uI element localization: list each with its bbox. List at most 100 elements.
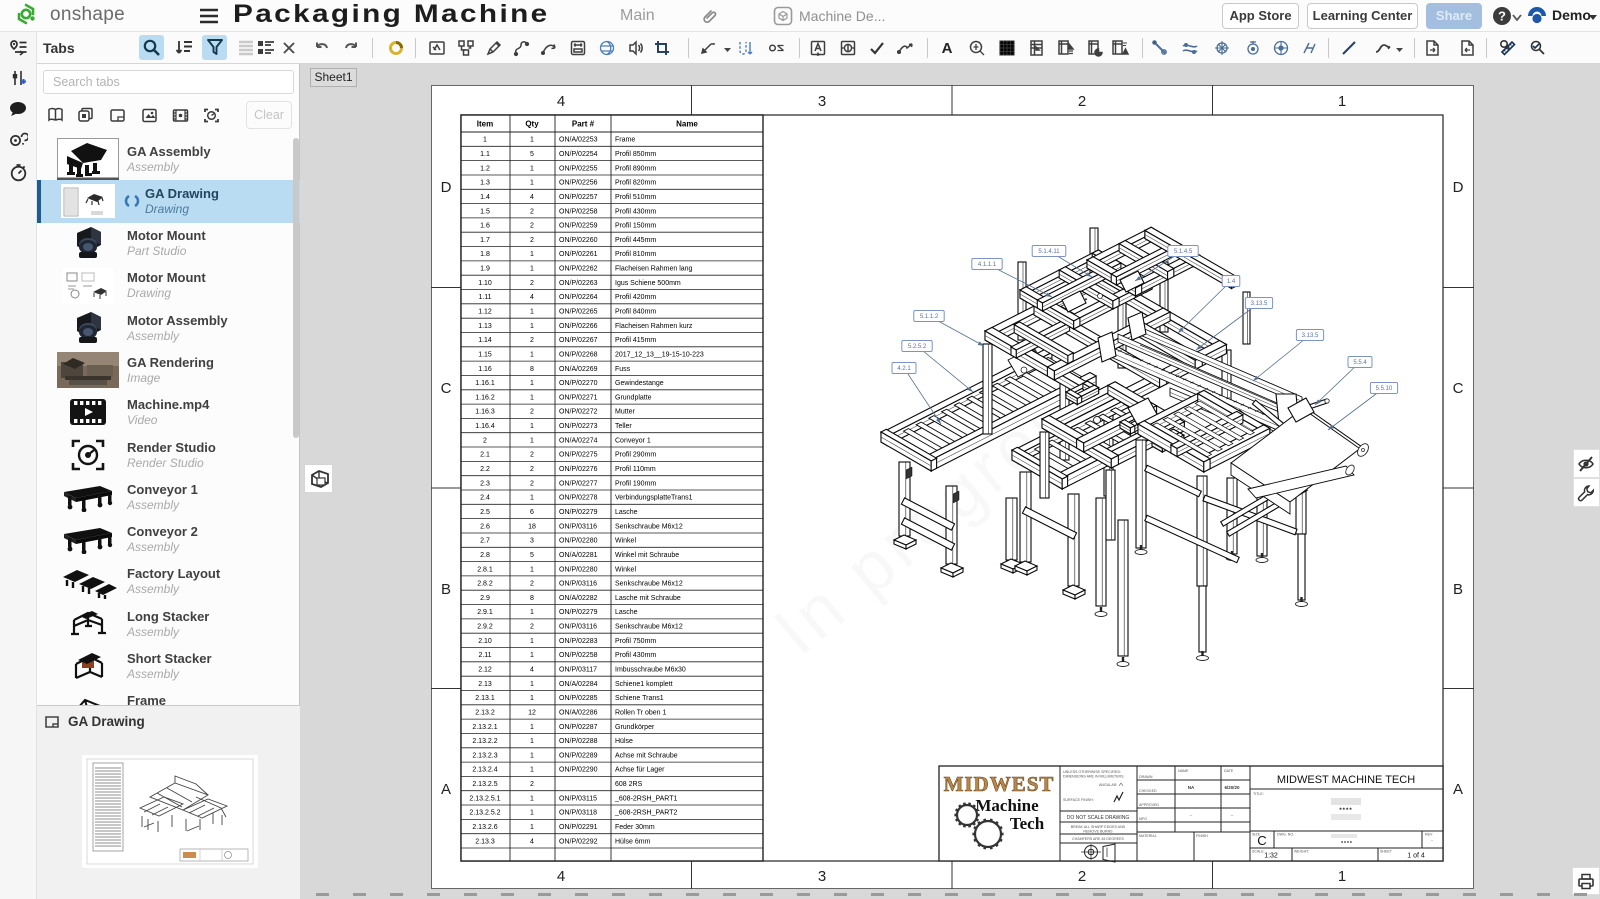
svg-text:_608-2RSH_PART1: _608-2RSH_PART1 [614,795,677,802]
svg-text:2.13.2.1: 2.13.2.1 [472,724,497,731]
svg-text:1.8: 1.8 [480,251,490,258]
svg-text:C: C [441,380,452,397]
svg-text:1.3: 1.3 [480,180,490,187]
svg-text:2: 2 [1078,93,1086,110]
svg-text:5.1.4.5: 5.1.4.5 [1174,249,1193,255]
svg-text:Item: Item [477,120,493,129]
svg-text:2: 2 [1078,868,1086,885]
svg-text:12: 12 [528,710,536,717]
svg-text:1.16.2: 1.16.2 [475,394,495,401]
svg-text:608 2RS: 608 2RS [615,781,643,788]
svg-text:Igus Schiene 500mm: Igus Schiene 500mm [615,280,681,287]
svg-text:1: 1 [530,609,534,616]
svg-text:3: 3 [530,538,534,545]
svg-text:DIMENSIONS ARE IN MILLIMETERS: DIMENSIONS ARE IN MILLIMETERS [1063,775,1124,779]
svg-text:2.13.2.6: 2.13.2.6 [472,824,497,831]
svg-text:1 of 4: 1 of 4 [1407,853,1425,860]
svg-text:4.1.1.1: 4.1.1.1 [978,262,997,268]
svg-text:1: 1 [530,724,534,731]
svg-text:Senkschraube M6x12: Senkschraube M6x12 [615,624,683,631]
svg-text:2.8.2: 2.8.2 [477,581,493,588]
svg-text:Profil 850mm: Profil 850mm [615,151,656,158]
svg-text:REMOVE BURRS: REMOVE BURRS [1083,830,1113,834]
svg-text:Profil 430mm: Profil 430mm [615,652,656,659]
svg-text:Winkel: Winkel [615,566,636,573]
svg-text:2.12: 2.12 [478,667,492,674]
svg-text:2.13.2.5: 2.13.2.5 [472,781,497,788]
svg-text:Profil 840mm: Profil 840mm [615,309,656,316]
svg-text:Profil 510mm: Profil 510mm [615,194,656,201]
svg-text:2: 2 [530,466,534,473]
svg-text:1: 1 [530,638,534,645]
svg-text:1: 1 [530,767,534,774]
svg-text:C: C [1257,833,1266,848]
svg-text:ON/P/02255: ON/P/02255 [559,165,598,172]
svg-text:1.5: 1.5 [480,208,490,215]
svg-text:4: 4 [530,667,534,674]
svg-text:ON/P/02260: ON/P/02260 [559,237,598,244]
svg-text:2.13.2.5.2: 2.13.2.5.2 [469,810,500,817]
svg-text:ON/A/02274: ON/A/02274 [559,437,598,444]
svg-text:Senkschraube M6x12: Senkschraube M6x12 [615,523,683,530]
svg-text:ON/P/02258: ON/P/02258 [559,208,598,215]
svg-text:SHEET: SHEET [1380,850,1393,854]
svg-text:2.13.2.3: 2.13.2.3 [472,752,497,759]
svg-text:4: 4 [530,294,534,301]
svg-text:ON/A/02269: ON/A/02269 [559,366,598,373]
svg-text:ON/P/03116: ON/P/03116 [559,624,597,631]
svg-text:FINISH: FINISH [1196,834,1208,838]
svg-text:2.8.1: 2.8.1 [477,566,493,573]
svg-text:Lasche: Lasche [615,609,638,616]
svg-text:ON/P/02292: ON/P/02292 [559,838,598,845]
svg-text:DO NOT SCALE DRAWING: DO NOT SCALE DRAWING [1067,815,1130,821]
svg-text:1: 1 [530,738,534,745]
svg-text:Profil 420mm: Profil 420mm [615,294,656,301]
svg-text:Feder 30mm: Feder 30mm [615,824,655,831]
svg-text:2: 2 [530,337,534,344]
svg-text:NA: NA [1188,785,1195,790]
svg-text:ON/P/02267: ON/P/02267 [559,337,598,344]
svg-text:2.11: 2.11 [478,652,491,659]
svg-text:ON/P/02257: ON/P/02257 [559,194,598,201]
svg-text:5.2.5.2: 5.2.5.2 [908,344,927,350]
svg-text:ON/P/02261: ON/P/02261 [559,251,598,258]
svg-text:3.13.5: 3.13.5 [1302,333,1319,339]
svg-text:1: 1 [1338,868,1346,885]
svg-text:CHAMFERS ARE 45 DEGREES: CHAMFERS ARE 45 DEGREES [1072,837,1125,841]
svg-text:ON/P/02268: ON/P/02268 [559,352,598,359]
svg-text:C: C [1453,380,1464,397]
svg-text:ON/P/02273: ON/P/02273 [559,423,598,430]
svg-text:5: 5 [530,151,534,158]
svg-text:Schiene1 komplett: Schiene1 komplett [615,681,673,688]
svg-text:ON/P/02289: ON/P/02289 [559,752,598,759]
svg-text:Grundplatte: Grundplatte [615,394,652,401]
svg-text:MFG: MFG [1139,817,1147,821]
svg-text:ON/P/02283: ON/P/02283 [559,638,598,645]
svg-text:MIDWEST MACHINE TECH: MIDWEST MACHINE TECH [1277,774,1415,786]
svg-text:1: 1 [530,137,534,144]
svg-text:TITLE:: TITLE: [1253,792,1264,796]
svg-text:ON/P/03116: ON/P/03116 [559,581,597,588]
svg-text:ON/A/02286: ON/A/02286 [559,710,598,717]
svg-text:Profil 750mm: Profil 750mm [615,638,656,645]
svg-text:2.6: 2.6 [480,523,490,530]
svg-text:1.10: 1.10 [478,280,492,287]
svg-text:1.16.4: 1.16.4 [475,423,495,430]
svg-text:1.7: 1.7 [480,237,490,244]
svg-text:5.1.1.2: 5.1.1.2 [920,314,939,320]
svg-text:Grundkörper: Grundkörper [615,724,655,731]
svg-text:****: **** [1341,841,1353,847]
svg-text:_608-2RSH_PART2: _608-2RSH_PART2 [614,810,677,817]
svg-text:DWG. NO.: DWG. NO. [1277,833,1294,837]
svg-text:4.2.1: 4.2.1 [897,366,911,372]
svg-text:ON/P/02278: ON/P/02278 [559,495,598,502]
svg-text:ON/P/03115: ON/P/03115 [559,795,597,802]
svg-text:2.13.2.4: 2.13.2.4 [472,767,497,774]
svg-text:2.7: 2.7 [480,538,490,545]
svg-text:Name: Name [676,120,698,129]
svg-text:ON/P/03116: ON/P/03116 [559,523,597,530]
svg-text:18: 18 [528,523,536,530]
svg-text:1: 1 [530,566,534,573]
svg-text:Profil 110mm: Profil 110mm [615,466,656,473]
svg-text:A: A [441,781,451,798]
